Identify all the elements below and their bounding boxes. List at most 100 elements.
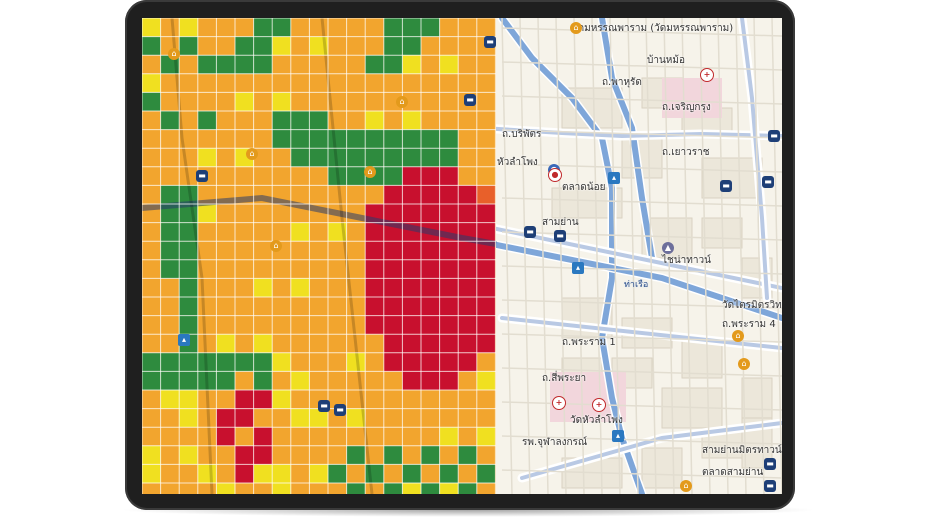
heatmap-cell <box>383 241 403 260</box>
heatmap-cell <box>402 259 421 279</box>
heatmap-cell <box>421 315 440 335</box>
temple-icon[interactable]: ⌂ <box>396 96 408 108</box>
heatmap-cell <box>346 166 366 186</box>
boat-icon[interactable]: ▴ <box>612 430 624 442</box>
heatmap-cell <box>253 278 273 297</box>
heatmap-cell <box>290 408 310 428</box>
bus-icon[interactable]: ▬ <box>764 458 776 470</box>
heatmap-cell <box>439 241 459 260</box>
heatmap-cell <box>402 371 421 390</box>
temple-icon[interactable]: ⌂ <box>570 22 582 34</box>
heatmap-cell <box>179 278 198 297</box>
temple-icon[interactable]: ⌂ <box>680 480 692 492</box>
heatmap-cell <box>365 148 384 167</box>
heatmap-cell <box>439 166 459 186</box>
heatmap-cell <box>179 18 198 37</box>
heatmap-cell <box>160 111 180 130</box>
heatmap-cell <box>179 241 198 260</box>
map-label: ไชน่าทาวน์ <box>662 255 711 266</box>
heatmap-cell <box>383 334 403 353</box>
heatmap-cell <box>160 352 180 372</box>
heatmap-cell <box>142 352 161 372</box>
heatmap-cell <box>272 464 291 483</box>
heatmap-cell <box>216 55 235 74</box>
heatmap-cell <box>439 427 459 446</box>
heatmap-cell <box>402 352 421 372</box>
heatmap-cell <box>290 371 310 390</box>
bus-icon[interactable]: ▬ <box>720 180 732 192</box>
map-label: ถ.สี่พระยา <box>542 373 587 384</box>
heatmap-cell <box>476 371 496 390</box>
temple-icon[interactable]: ⌂ <box>270 240 282 252</box>
boat-icon[interactable]: ▴ <box>178 334 190 346</box>
heatmap-cell <box>383 352 403 372</box>
heatmap-cell <box>476 315 496 335</box>
bank-icon[interactable]: ● <box>548 168 562 182</box>
map-label: ถ.เจริญกรุง <box>662 102 711 113</box>
heatmap-cell <box>216 334 235 353</box>
government-icon[interactable]: ▲ <box>662 242 674 254</box>
map-label: ถ.บริพัตร <box>502 129 542 140</box>
bus-icon[interactable]: ▬ <box>484 36 496 48</box>
heatmap-cell <box>458 334 477 353</box>
heatmap-cell <box>216 390 235 409</box>
bus-icon[interactable]: ▬ <box>196 170 208 182</box>
heatmap-cell <box>383 315 403 335</box>
boat-icon[interactable]: ▴ <box>572 262 584 274</box>
heatmap-cell <box>402 36 421 56</box>
bus-icon[interactable]: ▬ <box>524 226 536 238</box>
map-label: สามย่านมิตรทาวน์ <box>702 445 782 456</box>
heatmap-cell <box>179 297 198 316</box>
heatmap-cell <box>439 148 459 167</box>
heatmap-cell <box>365 222 384 242</box>
heatmap-cell <box>476 259 496 279</box>
heatmap-cell <box>290 278 310 297</box>
heatmap-cell <box>272 129 291 149</box>
heatmap-cell <box>383 204 403 223</box>
bus-icon[interactable]: ▬ <box>762 176 774 188</box>
heatmap-cell <box>309 111 328 130</box>
hospital-icon[interactable]: + <box>700 68 714 82</box>
heatmap-cell <box>290 148 310 167</box>
heatmap-cell <box>421 259 440 279</box>
heatmap-cell <box>160 259 180 279</box>
heatmap-cell <box>458 445 477 465</box>
map-label: สามย่าน <box>542 217 579 228</box>
city-block <box>741 377 773 419</box>
bus-icon[interactable]: ▬ <box>464 94 476 106</box>
bus-icon[interactable]: ▬ <box>768 130 780 142</box>
heatmap-cell <box>253 445 273 465</box>
heatmap-cell <box>216 427 235 446</box>
heatmap-cell <box>439 334 459 353</box>
heatmap-cell <box>383 36 403 56</box>
temple-icon[interactable]: ⌂ <box>168 48 180 60</box>
heatmap-cell <box>458 483 477 494</box>
heatmap-cell <box>328 129 347 149</box>
heatmap-cell <box>476 427 496 446</box>
heatmap-cell <box>383 278 403 297</box>
bus-icon[interactable]: ▬ <box>554 230 566 242</box>
temple-icon[interactable]: ⌂ <box>738 358 750 370</box>
bus-icon[interactable]: ▬ <box>318 400 330 412</box>
heatmap-cell <box>142 73 161 93</box>
map-label: วัดไตรมิตรวิทยาราม <box>722 300 782 311</box>
temple-icon[interactable]: ⌂ <box>246 148 258 160</box>
bus-icon[interactable]: ▬ <box>334 404 346 416</box>
heatmap-cell <box>216 371 235 390</box>
heatmap-cell <box>216 352 235 372</box>
heatmap-cell <box>476 334 496 353</box>
heatmap-cell <box>253 18 273 37</box>
heatmap-cell <box>142 36 161 56</box>
heatmap-cell <box>365 297 384 316</box>
temple-icon[interactable]: ⌂ <box>364 166 376 178</box>
heatmap-cell <box>253 334 273 353</box>
map-screen[interactable]: วัดมหรรณพาราม (วัดมหรรณพาราม) บ้านหม้อ ถ… <box>142 18 782 494</box>
bus-icon[interactable]: ▬ <box>764 480 776 492</box>
heatmap-cell <box>421 185 440 204</box>
heatmap-cell <box>402 297 421 316</box>
hospital-icon[interactable]: + <box>552 396 566 410</box>
temple-icon[interactable]: ⌂ <box>732 330 744 342</box>
boat-icon[interactable]: ▴ <box>608 172 620 184</box>
heatmap-cell <box>439 129 459 149</box>
hospital-icon[interactable]: + <box>592 398 606 412</box>
